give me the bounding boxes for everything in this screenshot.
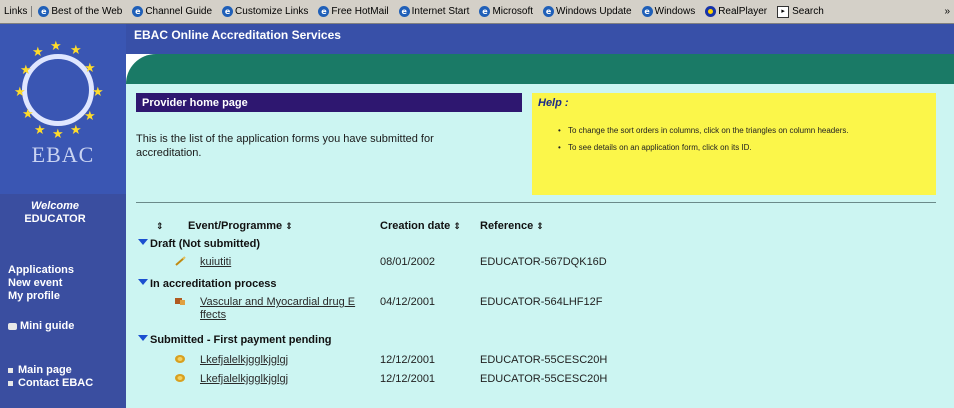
table-row-reference: EDUCATOR-55CESC20H — [480, 373, 608, 385]
group-header-in-accreditation[interactable]: In accreditation process — [138, 278, 277, 290]
nav-applications[interactable]: Applications — [8, 264, 74, 277]
help-box: Help : To change the sort orders in colu… — [532, 93, 936, 195]
help-item: To change the sort orders in columns, cl… — [558, 125, 936, 137]
divider — [136, 202, 936, 203]
table-row-reference: EDUCATOR-564LHF12F — [480, 296, 603, 308]
main-content: Provider home page This is the list of t… — [126, 84, 954, 408]
ie-page-icon: e — [38, 6, 50, 17]
table-row-date: 04/12/2001 — [380, 296, 436, 308]
column-header-event[interactable]: Event/Programme ⇕ — [188, 220, 293, 232]
welcome-label: Welcome — [30, 200, 80, 212]
star-icon: ★ — [92, 85, 104, 100]
star-icon: ★ — [20, 63, 32, 78]
intro-text: This is the list of the application form… — [136, 133, 434, 159]
links-toolbar: Links e Best of the Web e Channel Guide eC… — [0, 0, 954, 24]
link-channel-guide[interactable]: e Channel Guide — [132, 6, 212, 17]
table-row-date: 12/12/2001 — [380, 354, 436, 366]
mail-icon — [8, 380, 13, 386]
nav-my-profile[interactable]: My profile — [8, 290, 60, 303]
column-header-creation-date[interactable]: Creation date ⇕ — [380, 220, 461, 232]
star-icon: ★ — [52, 127, 64, 142]
link-best-of-the-web[interactable]: e Best of the Web — [38, 6, 122, 17]
help-item: To see details on an application form, c… — [558, 142, 936, 154]
star-icon: ★ — [70, 43, 82, 58]
star-icon: ★ — [84, 61, 96, 76]
table-row-date: 12/12/2001 — [380, 373, 436, 385]
ie-page-icon: e — [318, 6, 330, 17]
search-icon: ▸ — [777, 5, 790, 18]
page-title: Provider home page — [136, 93, 522, 112]
link-realplayer[interactable]: RealPlayer — [705, 6, 767, 17]
ebac-logo: ★ ★ ★ ★ ★ ★ ★ ★ ★ ★ ★ ★ EBAC — [0, 24, 126, 194]
nav-main-page[interactable]: Main page — [8, 364, 72, 377]
nav-mini-guide[interactable]: Mini guide — [8, 320, 74, 333]
star-icon: ★ — [32, 45, 44, 60]
group-header-draft[interactable]: Draft (Not submitted) — [138, 238, 260, 250]
ie-page-icon: e — [543, 6, 555, 17]
links-label: Links — [4, 6, 33, 17]
ie-page-icon: e — [398, 6, 410, 17]
bullet-icon — [8, 367, 13, 373]
logo-text: EBAC — [31, 142, 95, 167]
sort-icon[interactable]: ⇕ — [285, 222, 293, 232]
book-icon — [8, 322, 17, 330]
ie-page-icon: e — [641, 6, 653, 17]
link-free-hotmail[interactable]: e Free HotMail — [318, 6, 389, 17]
table-row-event-link[interactable]: Lkefjalelkjgglkjglgj — [200, 373, 288, 385]
link-windows[interactable]: e Windows — [641, 6, 695, 17]
ie-page-icon: e — [222, 6, 234, 17]
ie-page-icon: e — [132, 6, 144, 17]
welcome-message: Welcome EDUCATOR — [0, 200, 110, 226]
star-icon: ★ — [84, 109, 96, 124]
star-icon: ★ — [70, 123, 82, 138]
table-row-event-link[interactable]: Vascular and Myocardial drug Effects — [200, 296, 355, 322]
table-row-reference: EDUCATOR-567DQK16D — [480, 256, 607, 268]
nav-new-event[interactable]: New event — [8, 277, 62, 290]
star-icon: ★ — [50, 39, 62, 54]
app-title: EBAC Online Accreditation Services — [126, 24, 954, 54]
process-icon — [175, 298, 185, 305]
sort-icon[interactable]: ⇕ — [156, 220, 164, 232]
toolbar-overflow-chevron[interactable]: » — [944, 6, 950, 17]
ie-page-icon: e — [479, 6, 491, 17]
help-list: To change the sort orders in columns, cl… — [538, 125, 936, 154]
collapse-triangle-icon[interactable] — [138, 335, 148, 341]
collapse-triangle-icon[interactable] — [138, 239, 148, 245]
star-icon: ★ — [34, 123, 46, 138]
link-internet-start[interactable]: e Internet Start — [398, 6, 469, 17]
group-header-submitted[interactable]: Submitted - First payment pending — [138, 334, 332, 346]
help-title: Help : — [538, 97, 569, 109]
column-header-reference[interactable]: Reference ⇕ — [480, 220, 544, 232]
header-band — [126, 54, 954, 84]
table-row-date: 08/01/2002 — [380, 256, 436, 268]
pencil-icon — [175, 256, 186, 266]
star-icon: ★ — [14, 85, 26, 100]
table-row-reference: EDUCATOR-55CESC20H — [480, 354, 608, 366]
table-row-event-link[interactable]: kuiutiti — [200, 256, 231, 268]
link-windows-update[interactable]: e Windows Update — [543, 6, 632, 17]
sort-icon[interactable]: ⇕ — [453, 222, 461, 232]
sort-icon[interactable]: ⇕ — [536, 222, 544, 232]
link-customize-links[interactable]: e Customize Links — [222, 6, 308, 17]
link-microsoft[interactable]: e Microsoft — [479, 6, 533, 17]
link-search[interactable]: ▸ Search — [777, 5, 824, 18]
star-icon: ★ — [22, 107, 34, 122]
sidebar: ★ ★ ★ ★ ★ ★ ★ ★ ★ ★ ★ ★ EBAC Welcome EDU… — [0, 24, 126, 408]
nav-contact-ebac[interactable]: Contact EBAC — [8, 377, 93, 390]
payment-icon — [175, 355, 185, 363]
realplayer-icon — [705, 6, 717, 17]
user-name: EDUCATOR — [24, 213, 86, 225]
collapse-triangle-icon[interactable] — [138, 279, 148, 285]
payment-icon — [175, 374, 185, 382]
table-row-event-link[interactable]: Lkefjalelkjgglkjglgj — [200, 354, 288, 366]
